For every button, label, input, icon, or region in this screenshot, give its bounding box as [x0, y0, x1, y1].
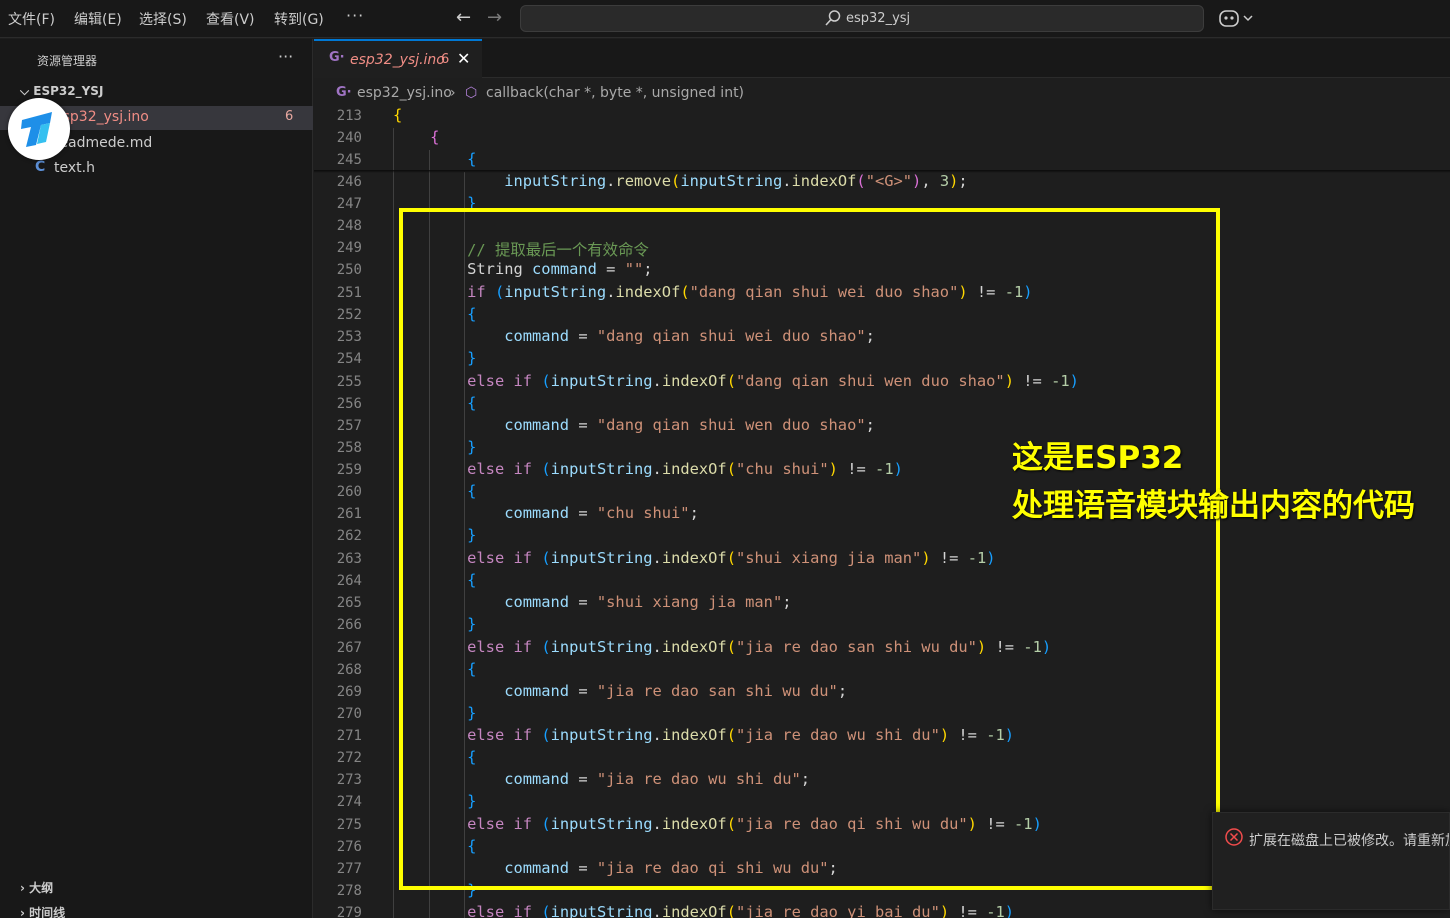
code-text: {	[467, 150, 477, 168]
command-center-search[interactable]: esp32_ysj	[520, 5, 1204, 32]
timeline-label: 时间线	[29, 906, 66, 918]
line-number: 270	[336, 706, 362, 722]
line-number: 254	[336, 351, 362, 367]
line-number: 271	[336, 728, 362, 744]
menu-more-button[interactable]: ···	[346, 6, 364, 25]
search-icon	[825, 10, 841, 26]
line-number: 253	[336, 329, 362, 345]
line-number: 267	[336, 640, 362, 656]
code-text: inputString.remove(inputString.indexOf("…	[504, 172, 968, 190]
menu-edit[interactable]: 编辑(E)	[74, 9, 122, 29]
forward-arrow-icon[interactable]: →	[487, 7, 502, 28]
app-logo-badge	[8, 98, 70, 160]
file-item-text-h[interactable]: C text.h	[0, 157, 313, 181]
search-text: esp32_ysj	[846, 11, 911, 26]
code-line: 240 {	[314, 128, 1450, 150]
line-number: 261	[336, 506, 362, 522]
line-number: 278	[336, 883, 362, 899]
menu-file[interactable]: 文件(F)	[8, 9, 55, 29]
line-number: 260	[336, 484, 362, 500]
line-number: 257	[336, 418, 362, 434]
chevron-down-icon: ⌵	[20, 84, 34, 98]
line-number: 248	[336, 218, 362, 234]
error-icon	[1225, 828, 1243, 846]
line-number: 265	[336, 595, 362, 611]
code-line: 245 {	[314, 150, 1450, 172]
c-file-icon: C	[35, 159, 46, 175]
annotation-line-2: 处理语音模块输出内容的代码	[1012, 488, 1415, 524]
menu-go[interactable]: 转到(G)	[274, 9, 324, 29]
tab-problem-count: 6	[441, 52, 450, 67]
line-number: 250	[336, 262, 362, 278]
line-number: 252	[336, 307, 362, 323]
breadcrumb-symbol[interactable]: callback(char *, byte *, unsigned int)	[486, 85, 744, 101]
line-number: 213	[336, 108, 362, 124]
line-number: 268	[336, 662, 362, 678]
code-line: 246 inputString.remove(inputString.index…	[314, 172, 1450, 194]
method-symbol-icon: ⬡	[465, 85, 478, 101]
explorer-title: 资源管理器	[37, 54, 98, 68]
outline-label: 大纲	[29, 881, 54, 895]
timeline-section[interactable]: › 时间线	[20, 904, 65, 918]
arduino-file-icon: G·	[329, 50, 345, 65]
code-text: else if (inputString.indexOf("jia re dao…	[467, 903, 1015, 918]
line-number: 245	[336, 152, 362, 168]
highlight-box	[399, 208, 1220, 890]
logo-icon	[21, 112, 52, 147]
code-line: 213 {	[314, 106, 1450, 128]
title-bar: 文件(F) 编辑(E) 选择(S) 查看(V) 转到(G) ··· ← → es…	[0, 0, 1450, 38]
outline-section[interactable]: › 大纲	[20, 879, 53, 896]
problem-count-badge: 6	[285, 109, 294, 124]
explorer-more-button[interactable]: ···	[278, 47, 293, 66]
code-text: {	[430, 128, 440, 146]
notification-message: 扩展在磁盘上已被修改。请重新加载窗口。	[1249, 833, 1449, 849]
line-number: 273	[336, 772, 362, 788]
notification-toast[interactable]: 扩展在磁盘上已被修改。请重新加载窗口。	[1212, 812, 1450, 910]
line-number: 247	[336, 196, 362, 212]
code-text: {	[393, 106, 403, 124]
line-number: 274	[336, 794, 362, 810]
line-number: 264	[336, 573, 362, 589]
menu-view[interactable]: 查看(V)	[206, 9, 255, 29]
tab-label: esp32_ysj.ino	[350, 52, 445, 68]
back-arrow-icon[interactable]: ←	[456, 7, 471, 28]
explorer-sidebar: 资源管理器 ··· ⌵ ESP32_YSJ esp32_ysj.ino 6 re…	[0, 39, 313, 918]
line-number: 249	[336, 240, 362, 256]
copilot-icon[interactable]	[1219, 8, 1259, 30]
chevron-right-icon: ›	[450, 85, 456, 101]
line-number: 246	[336, 174, 362, 190]
editor-tabs: G· esp32_ysj.ino 6 ✕	[314, 39, 1450, 78]
breadcrumb-file[interactable]: esp32_ysj.ino	[357, 85, 452, 101]
breadcrumb: G· esp32_ysj.ino › ⬡ callback(char *, by…	[314, 80, 1450, 106]
line-number: 276	[336, 839, 362, 855]
close-icon[interactable]: ✕	[457, 49, 470, 68]
line-number: 269	[336, 684, 362, 700]
line-number: 258	[336, 440, 362, 456]
file-name: text.h	[54, 160, 95, 176]
chevron-right-icon: ›	[20, 906, 30, 918]
line-number: 255	[336, 374, 362, 390]
arduino-file-icon: G·	[336, 85, 352, 100]
line-number: 275	[336, 817, 362, 833]
line-number: 262	[336, 528, 362, 544]
line-number: 266	[336, 617, 362, 633]
folder-esp32-ysj[interactable]: ⌵ ESP32_YSJ	[20, 84, 103, 99]
line-number: 240	[336, 130, 362, 146]
folder-name: ESP32_YSJ	[33, 84, 104, 98]
line-number: 256	[336, 396, 362, 412]
sticky-scroll-shadow	[314, 170, 1450, 173]
line-number: 259	[336, 462, 362, 478]
line-number: 263	[336, 551, 362, 567]
tab-esp32-ysj-ino[interactable]: G· esp32_ysj.ino 6 ✕	[314, 39, 482, 78]
line-number: 277	[336, 861, 362, 877]
line-number: 272	[336, 750, 362, 766]
annotation-line-1: 这是ESP32	[1012, 440, 1184, 476]
line-number: 279	[336, 905, 362, 918]
menu-selection[interactable]: 选择(S)	[139, 9, 187, 29]
line-number: 251	[336, 285, 362, 301]
chevron-right-icon: ›	[20, 881, 30, 895]
